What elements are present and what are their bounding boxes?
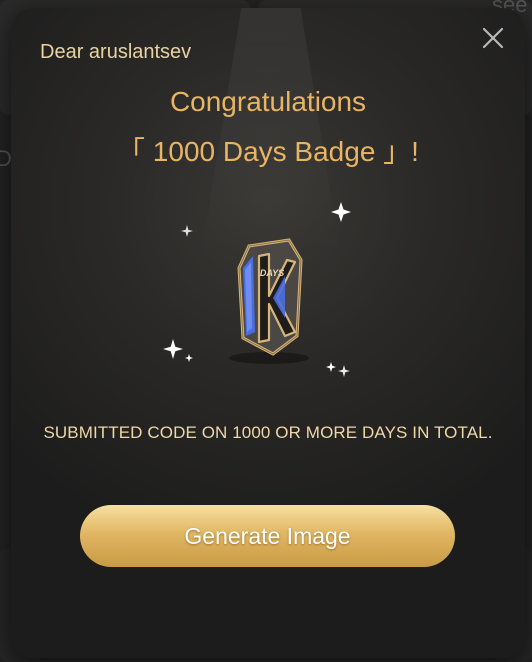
badge-1000-days-icon: DAYS [237,238,303,356]
congratulations-heading: Congratulations [169,86,367,117]
close-icon [482,27,504,49]
close-button[interactable] [481,26,505,50]
badge-description: SUBMITTED CODE ON 1000 OR MORE DAYS IN T… [43,423,493,442]
badge-illustration: DAYS [161,198,375,388]
achievement-modal: Dear aruslantsev Congratulations 「 1000 … [11,8,525,658]
badge-name-heading: 「 1000 Days Badge 」! [117,136,419,167]
generate-image-button[interactable]: Generate Image [80,505,455,567]
greeting-text: Dear aruslantsev [40,41,192,63]
badge-label: DAYS [260,268,284,278]
